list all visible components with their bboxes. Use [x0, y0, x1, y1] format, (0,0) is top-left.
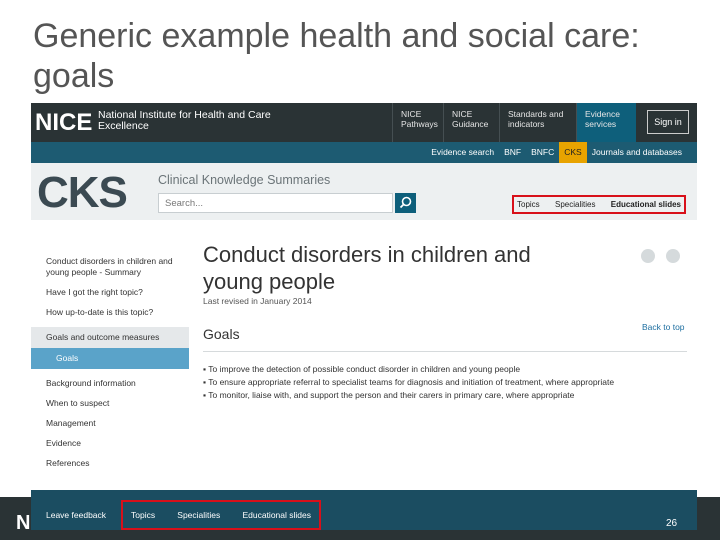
search-button[interactable] — [395, 193, 416, 213]
top-nav-bar: NICE National Institute for Health and C… — [31, 103, 697, 142]
leftnav-goals[interactable]: Goals — [31, 348, 189, 369]
page-number: 26 — [666, 518, 678, 529]
sub-nav: Evidence search BNF BNFC CKS Journals an… — [426, 142, 687, 163]
back-to-top-link[interactable]: Back to top — [642, 322, 685, 332]
subnav-journals[interactable]: Journals and databases — [587, 142, 687, 163]
section-divider — [203, 351, 687, 352]
leftnav-right-topic[interactable]: Have I got the right topic? — [31, 287, 189, 298]
list-item: ▪ To ensure appropriate referral to spec… — [203, 377, 615, 387]
footer-link-topics[interactable]: Topics — [131, 502, 155, 528]
section-heading: Goals — [203, 326, 240, 342]
left-nav: Conduct disorders in children and young … — [31, 220, 189, 480]
sub-nav-bar: Evidence search BNF BNFC CKS Journals an… — [31, 142, 697, 163]
top-nav: NICE Pathways NICE Guidance Standards an… — [392, 103, 636, 142]
leftnav-when-to-suspect[interactable]: When to suspect — [31, 398, 189, 409]
leave-feedback-link[interactable]: Leave feedback — [46, 510, 106, 520]
slide-title: Generic example health and social care: … — [33, 17, 640, 95]
cks-logo[interactable]: CKS — [37, 169, 128, 217]
nav-nice-guidance[interactable]: NICE Guidance — [443, 103, 499, 142]
share-icon[interactable] — [641, 249, 655, 263]
tab-educational-slides[interactable]: Educational slides — [611, 197, 681, 212]
list-item: ▪ To monitor, liaise with, and support t… — [203, 390, 575, 400]
search-input[interactable]: Search... — [158, 193, 393, 213]
page-title: Conduct disorders in children and young … — [203, 242, 531, 294]
goals-list: ▪ To improve the detection of possible c… — [203, 363, 639, 402]
subnav-evidence-search[interactable]: Evidence search — [426, 142, 499, 163]
list-item: ▪ To improve the detection of possible c… — [203, 364, 521, 374]
website-screenshot: NICE National Institute for Health and C… — [31, 103, 697, 530]
footer-link-educational-slides[interactable]: Educational slides — [242, 502, 311, 528]
nav-nice-pathways[interactable]: NICE Pathways — [392, 103, 443, 142]
nav-evidence-services[interactable]: Evidence services — [576, 103, 636, 142]
print-icon[interactable] — [666, 249, 680, 263]
leftnav-background[interactable]: Background information — [31, 378, 189, 389]
leftnav-references[interactable]: References — [31, 458, 189, 469]
page-footer: Leave feedback Topics Specialities Educa… — [31, 490, 697, 530]
subnav-bnfc[interactable]: BNFC — [526, 142, 559, 163]
sign-in-button[interactable]: Sign in — [647, 110, 689, 134]
leftnav-management[interactable]: Management — [31, 418, 189, 429]
leftnav-summary[interactable]: Conduct disorders in children and young … — [31, 256, 189, 278]
leftnav-evidence[interactable]: Evidence — [31, 438, 189, 449]
tab-topics[interactable]: Topics — [517, 197, 540, 212]
subnav-cks[interactable]: CKS — [559, 142, 587, 163]
subnav-bnf[interactable]: BNF — [499, 142, 526, 163]
search-icon — [399, 196, 412, 209]
leftnav-goals-outcomes[interactable]: Goals and outcome measures — [31, 327, 189, 348]
nav-standards-indicators[interactable]: Standards and indicators — [499, 103, 576, 142]
nice-logo-subtitle: National Institute for Health and Care E… — [98, 109, 271, 132]
cks-header: CKS Clinical Knowledge Summaries Search.… — [31, 163, 697, 220]
nice-logo[interactable]: NICE — [35, 109, 92, 137]
footer-link-specialities[interactable]: Specialities — [177, 502, 220, 528]
leftnav-up-to-date[interactable]: How up-to-date is this topic? — [31, 307, 189, 318]
cks-title: Clinical Knowledge Summaries — [158, 173, 331, 187]
cks-tabs-highlight: Topics Specialities Educational slides — [512, 195, 686, 214]
tab-specialities[interactable]: Specialities — [555, 197, 595, 212]
footer-links-highlight: Topics Specialities Educational slides — [121, 500, 321, 530]
last-revised: Last revised in January 2014 — [203, 296, 312, 306]
